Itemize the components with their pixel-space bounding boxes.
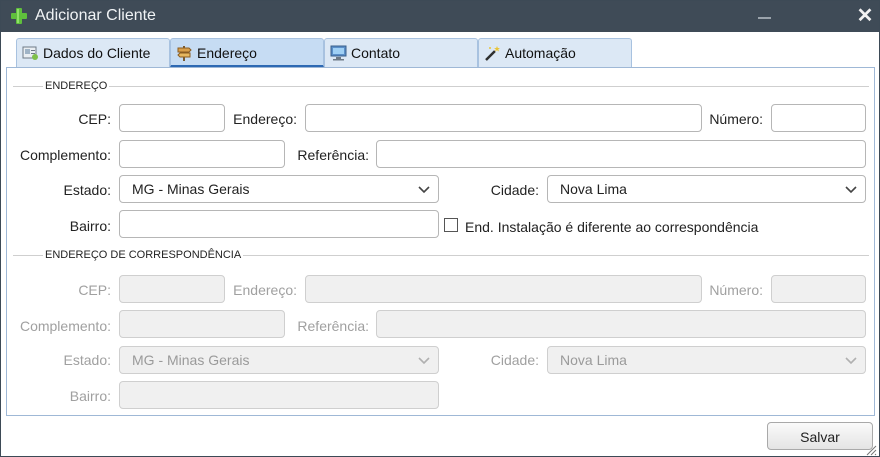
address-tab-panel: ENDEREÇO CEP: Endereço: Número: Compleme… — [6, 67, 875, 416]
corr-numero-label: Número: — [709, 282, 763, 298]
contact-computer-icon — [330, 45, 347, 61]
tab-contato[interactable]: Contato — [324, 38, 478, 67]
automation-wand-icon — [485, 46, 500, 61]
tab-dados-do-cliente[interactable]: Dados do Cliente — [16, 38, 170, 67]
save-button[interactable]: Salvar — [767, 422, 873, 450]
referencia-label: Referência: — [297, 147, 369, 163]
different-address-label[interactable]: End. Instalação é diferente ao correspon… — [465, 219, 758, 235]
minimize-button[interactable] — [758, 7, 772, 25]
corr-endereco-label: Endereço: — [233, 282, 297, 298]
corr-cidade-label: Cidade: — [490, 352, 539, 368]
tab-label: Contato — [351, 45, 401, 61]
endereco-input[interactable] — [305, 104, 702, 132]
add-client-dialog: Adicionar Cliente ✕ Dados do Cliente End… — [0, 0, 880, 457]
estado-select[interactable]: MG - Minas Gerais — [119, 175, 439, 203]
corr-cep-input — [119, 275, 225, 303]
tab-label: Endereço — [197, 45, 257, 61]
corr-estado-value: MG - Minas Gerais — [132, 352, 250, 368]
bairro-input[interactable] — [119, 210, 439, 238]
corr-complemento-label: Complemento: — [19, 318, 111, 334]
signpost-icon — [177, 46, 192, 61]
corr-estado-select: MG - Minas Gerais — [119, 346, 439, 374]
tab-strip: Dados do Cliente Endereço Contato Automa… — [1, 32, 879, 67]
estado-value: MG - Minas Gerais — [132, 181, 250, 197]
correspondence-section-title: ENDEREÇO DE CORRESPONDÊNCIA — [43, 249, 244, 261]
referencia-input[interactable] — [376, 140, 866, 168]
corr-numero-input — [771, 275, 866, 303]
numero-input[interactable] — [771, 104, 866, 132]
chevron-down-icon — [845, 186, 857, 194]
cidade-label: Cidade: — [490, 182, 539, 198]
chevron-down-icon — [418, 357, 430, 365]
chevron-down-icon — [845, 357, 857, 365]
cidade-select[interactable]: Nova Lima — [547, 175, 866, 203]
close-button[interactable]: ✕ — [856, 6, 874, 26]
corr-cidade-value: Nova Lima — [560, 352, 627, 368]
cidade-value: Nova Lima — [560, 181, 627, 197]
chevron-down-icon — [418, 186, 430, 194]
tab-label: Dados do Cliente — [43, 45, 151, 61]
numero-label: Número: — [709, 111, 763, 127]
corr-bairro-label: Bairro: — [69, 388, 111, 404]
resize-grip-icon[interactable] — [865, 444, 877, 456]
bairro-label: Bairro: — [69, 218, 111, 234]
corr-endereco-input — [305, 275, 702, 303]
complemento-label: Complemento: — [19, 147, 111, 163]
tab-automacao[interactable]: Automação — [478, 38, 632, 67]
estado-label: Estado: — [63, 182, 111, 198]
tab-label: Automação — [505, 45, 576, 61]
endereco-label: Endereço: — [233, 111, 297, 127]
title-bar[interactable]: Adicionar Cliente ✕ — [1, 1, 879, 32]
address-section-title: ENDEREÇO — [43, 80, 110, 92]
section-divider — [13, 86, 869, 87]
tab-endereco[interactable]: Endereço — [170, 38, 324, 67]
plus-icon — [11, 8, 27, 24]
cep-input[interactable] — [119, 104, 225, 132]
corr-cep-label: CEP: — [78, 282, 111, 298]
dialog-title: Adicionar Cliente — [35, 7, 156, 24]
corr-cidade-select: Nova Lima — [547, 346, 866, 374]
different-address-checkbox[interactable] — [444, 218, 458, 232]
cep-label: CEP: — [78, 111, 111, 127]
complemento-input[interactable] — [119, 140, 285, 168]
client-data-icon — [22, 46, 38, 60]
corr-bairro-input — [119, 381, 439, 409]
corr-referencia-label: Referência: — [297, 318, 369, 334]
corr-complemento-input — [119, 310, 285, 338]
corr-referencia-input — [376, 310, 866, 338]
corr-estado-label: Estado: — [63, 352, 111, 368]
